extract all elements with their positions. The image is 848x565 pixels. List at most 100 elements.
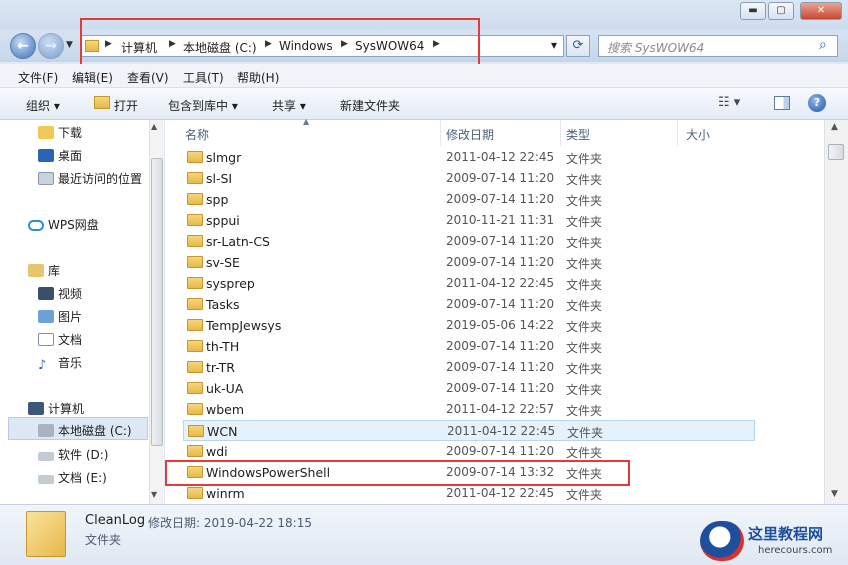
search-icon[interactable]: ⌕ — [819, 37, 827, 53]
table-row[interactable]: TempJewsys 2019-05-06 14:22 文件夹 — [165, 315, 825, 336]
file-type: 文件夹 — [566, 299, 603, 313]
file-name: sl-SI — [206, 171, 233, 186]
nav-item-downloads[interactable]: 下载 — [38, 124, 82, 141]
file-list-scrollbar[interactable]: ▲ ▼ — [824, 120, 848, 504]
view-options-icon[interactable]: ☷ ▾ — [718, 95, 740, 110]
column-divider[interactable] — [677, 120, 678, 146]
folder-icon — [187, 193, 203, 205]
table-row[interactable]: wdi 2009-07-14 11:20 文件夹 — [165, 441, 825, 462]
folder-icon — [187, 298, 203, 310]
file-type: 文件夹 — [566, 383, 603, 397]
nav-item-libraries[interactable]: 库 — [28, 262, 60, 279]
nav-label: WPS网盘 — [48, 218, 99, 232]
file-date: 2011-04-12 22:45 — [446, 486, 555, 500]
downloads-icon — [38, 126, 54, 139]
column-date[interactable]: 修改日期 — [446, 126, 494, 143]
column-type[interactable]: 类型 — [566, 126, 590, 143]
nav-item-recent[interactable]: 最近访问的位置 — [38, 170, 142, 187]
folder-icon — [187, 361, 203, 373]
share-button[interactable]: 共享 ▾ — [272, 97, 306, 114]
new-folder-button[interactable]: 新建文件夹 — [340, 97, 400, 114]
minimize-button[interactable]: ▬ — [740, 2, 766, 20]
close-button[interactable]: ✕ — [800, 2, 842, 20]
open-folder-icon — [94, 96, 110, 109]
menu-file[interactable]: 文件(F) — [18, 69, 58, 86]
nav-item-drive-e[interactable]: 文档 (E:) — [38, 469, 107, 486]
column-divider[interactable] — [440, 120, 441, 146]
menu-bar: 文件(F) 编辑(E) 查看(V) 工具(T) 帮助(H) — [0, 64, 848, 88]
table-row[interactable]: wbem 2011-04-12 22:57 文件夹 — [165, 399, 825, 420]
menu-edit[interactable]: 编辑(E) — [72, 69, 113, 86]
table-row[interactable]: tr-TR 2009-07-14 11:20 文件夹 — [165, 357, 825, 378]
file-type: 文件夹 — [566, 257, 603, 271]
nav-scrollbar[interactable]: ▲ ▼ — [149, 120, 164, 504]
preview-pane-icon[interactable] — [774, 96, 790, 110]
file-name: WCN — [207, 424, 238, 439]
navigation-pane: 下载 桌面 最近访问的位置 WPS网盘 库 视频 图片 文档 ♪ 音乐 计算机 本… — [0, 120, 164, 504]
table-row[interactable]: spp 2009-07-14 11:20 文件夹 — [165, 189, 825, 210]
organize-button[interactable]: 组织 ▾ — [26, 97, 60, 114]
table-row[interactable]: uk-UA 2009-07-14 11:20 文件夹 — [165, 378, 825, 399]
search-box[interactable]: 搜索 SysWOW64 ⌕ — [598, 35, 838, 57]
column-divider[interactable] — [560, 120, 561, 146]
scroll-thumb[interactable] — [828, 144, 844, 160]
nav-item-local-disk-c[interactable]: 本地磁盘 (C:) — [38, 422, 132, 439]
file-type: 文件夹 — [566, 404, 603, 418]
file-list: ▲ 名称 修改日期 类型 大小 slmgr 2011-04-12 22:45 文件夹… — [165, 117, 848, 504]
nav-item-wps[interactable]: WPS网盘 — [28, 216, 99, 233]
scroll-down-icon[interactable]: ▼ — [151, 490, 157, 499]
table-row[interactable]: sysprep 2011-04-12 22:45 文件夹 — [165, 273, 825, 294]
column-size[interactable]: 大小 — [686, 126, 710, 143]
help-icon[interactable]: ? — [808, 94, 826, 112]
refresh-button[interactable]: ⟳ — [566, 35, 590, 57]
forward-button[interactable]: → — [38, 33, 64, 59]
table-row[interactable]: sv-SE 2009-07-14 11:20 文件夹 — [165, 252, 825, 273]
file-date: 2019-05-06 14:22 — [446, 318, 555, 332]
table-row[interactable]: Tasks 2009-07-14 11:20 文件夹 — [165, 294, 825, 315]
detail-type: 文件夹 — [85, 533, 122, 547]
detail-date: 修改日期: 2019-04-22 18:15 — [148, 516, 312, 530]
nav-item-desktop[interactable]: 桌面 — [38, 147, 82, 164]
table-row[interactable]: WCN 2011-04-12 22:45 文件夹 — [183, 420, 755, 441]
address-dropdown-icon[interactable]: ▾ — [551, 38, 557, 52]
menu-tools[interactable]: 工具(T) — [183, 69, 224, 86]
column-name[interactable]: 名称 — [185, 126, 209, 143]
file-name: slmgr — [206, 150, 242, 165]
nav-item-documents[interactable]: 文档 — [38, 331, 82, 348]
table-row[interactable]: th-TH 2009-07-14 11:20 文件夹 — [165, 336, 825, 357]
open-button[interactable]: 打开 — [114, 97, 138, 114]
nav-item-computer[interactable]: 计算机 — [28, 400, 84, 417]
nav-item-music[interactable]: ♪ 音乐 — [38, 354, 82, 373]
history-dropdown-icon[interactable]: ▼ — [66, 40, 73, 50]
nav-item-videos[interactable]: 视频 — [38, 285, 82, 302]
menu-view[interactable]: 查看(V) — [127, 69, 169, 86]
recent-places-icon — [38, 172, 54, 185]
sort-ascending-icon: ▲ — [303, 117, 310, 126]
nav-label: 下载 — [58, 126, 83, 140]
file-name: sysprep — [206, 276, 255, 291]
nav-scroll-thumb[interactable] — [151, 158, 163, 446]
details-pane: CleanLog 修改日期: 2019-04-22 18:15 文件夹 这里教程… — [0, 504, 848, 565]
scroll-up-icon[interactable]: ▲ — [151, 122, 157, 131]
nav-item-drive-d[interactable]: 软件 (D:) — [38, 446, 108, 463]
nav-item-pictures[interactable]: 图片 — [38, 308, 82, 325]
menu-help[interactable]: 帮助(H) — [237, 69, 279, 86]
scroll-down-icon[interactable]: ▼ — [831, 489, 838, 499]
music-icon: ♪ — [38, 358, 47, 373]
search-input[interactable]: 搜索 SysWOW64 — [607, 39, 704, 56]
table-row[interactable]: slmgr 2011-04-12 22:45 文件夹 — [165, 147, 825, 168]
folder-icon — [187, 277, 203, 289]
nav-label: 桌面 — [58, 149, 83, 163]
column-header-row: ▲ 名称 修改日期 类型 大小 — [165, 117, 825, 146]
back-button[interactable]: ← — [10, 33, 36, 59]
maximize-button[interactable]: ▢ — [768, 2, 794, 20]
table-row[interactable]: winrm 2011-04-12 22:45 文件夹 — [165, 483, 825, 504]
table-row[interactable]: sr-Latn-CS 2009-07-14 11:20 文件夹 — [165, 231, 825, 252]
include-in-library-button[interactable]: 包含到库中 ▾ — [168, 97, 238, 114]
scroll-up-icon[interactable]: ▲ — [831, 122, 838, 132]
file-name: Tasks — [206, 297, 240, 312]
table-row[interactable]: sppui 2010-11-21 11:31 文件夹 — [165, 210, 825, 231]
table-row[interactable]: sl-SI 2009-07-14 11:20 文件夹 — [165, 168, 825, 189]
file-date: 2009-07-14 11:20 — [446, 360, 555, 374]
documents-icon — [38, 333, 54, 346]
